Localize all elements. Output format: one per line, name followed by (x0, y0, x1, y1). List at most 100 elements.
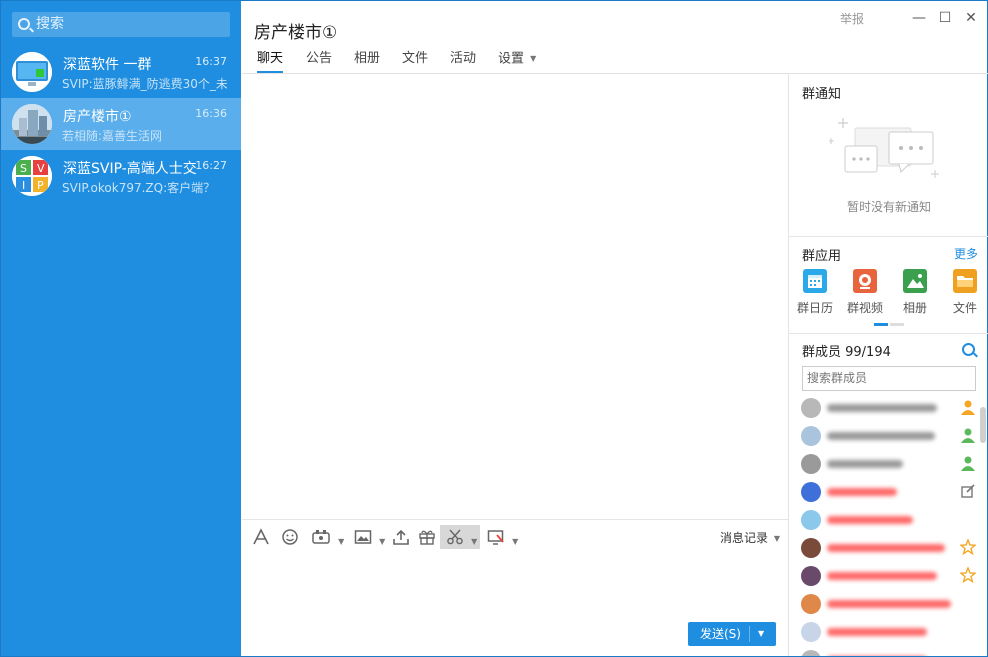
font-icon[interactable] (252, 528, 270, 546)
star-icon (959, 538, 977, 556)
divider (789, 333, 988, 334)
app-video[interactable]: 群视频 (840, 269, 890, 316)
app-album[interactable]: 相册 (890, 269, 940, 316)
minimize-button[interactable]: — (912, 10, 926, 26)
conversation-time: 16:36 (195, 107, 227, 120)
admin-icon (960, 427, 976, 443)
album-icon (903, 269, 927, 293)
tab-announcement[interactable]: 公告 (306, 49, 332, 73)
search-icon[interactable] (962, 343, 975, 356)
app-label: 相册 (902, 301, 927, 315)
member-name (827, 572, 937, 580)
app-label: 群视频 (846, 301, 883, 315)
chevron-down-icon: ▼ (773, 534, 780, 543)
apps-more-link[interactable]: 更多 (954, 245, 978, 262)
member-row[interactable] (801, 534, 977, 562)
conversation-item-active[interactable]: 房产楼市① 16:36 若相随:嘉善生活网 (1, 98, 241, 150)
tab-chat[interactable]: 聊天 (257, 49, 284, 73)
svg-text:S: S (20, 162, 27, 175)
member-name (827, 432, 935, 440)
chevron-down-icon: ▼ (338, 536, 345, 546)
members-title: 群成员 99/194 (802, 345, 891, 360)
close-button[interactable]: ✕ (964, 10, 978, 26)
conversation-name: 深蓝软件 一群 (63, 57, 152, 73)
chevron-down-icon: ▼ (530, 54, 537, 63)
star-icon (959, 566, 977, 584)
gif-icon[interactable]: ▼ (311, 528, 344, 546)
page-title: 房产楼市① (254, 23, 338, 43)
report-link[interactable]: 举报 (840, 10, 864, 27)
conversation-preview: SVIP:蓝豚鲱满_防逃费30个_未倍 (62, 77, 227, 91)
apps-pager[interactable] (874, 323, 904, 326)
avatar (801, 538, 821, 558)
member-name (827, 488, 897, 496)
app-window: 搜索 深蓝软件 一群 16:37 SVIP:蓝豚鲱满_防逃费30个_未倍 房产楼… (0, 0, 988, 657)
notice-empty-text: 暂时没有新通知 (846, 200, 931, 214)
message-input[interactable]: 发送(S) ▼ (242, 553, 788, 656)
avatar: S V I P (12, 156, 52, 196)
send-button[interactable]: 发送(S) ▼ (688, 622, 776, 646)
message-history-label: 消息记录 (720, 531, 769, 545)
search-placeholder: 搜索 (36, 16, 64, 32)
shake-icon[interactable]: ▼ (487, 528, 518, 546)
member-search-input[interactable]: 搜索群成员 (802, 366, 976, 391)
svg-text:P: P (37, 179, 44, 192)
svg-text:V: V (37, 162, 45, 175)
edit-icon (960, 483, 976, 499)
svg-text:I: I (22, 179, 25, 192)
member-row[interactable] (801, 422, 976, 450)
image-icon[interactable]: ▼ (354, 528, 385, 546)
member-row[interactable] (801, 646, 976, 656)
emoji-icon[interactable] (281, 528, 299, 546)
notice-title: 群通知 (802, 87, 842, 102)
apps-title: 群应用 (802, 249, 842, 264)
avatar (801, 454, 821, 474)
app-label: 群日历 (796, 301, 833, 315)
member-row[interactable] (801, 394, 976, 422)
member-row[interactable] (801, 562, 977, 590)
avatar (801, 426, 821, 446)
search-input[interactable]: 搜索 (12, 12, 230, 37)
member-name (827, 460, 903, 468)
gift-icon[interactable] (418, 528, 436, 546)
member-name (827, 544, 945, 552)
conversation-preview: 若相随:嘉善生活网 (62, 129, 163, 143)
app-label: 文件 (952, 301, 977, 315)
conversation-item[interactable]: 深蓝软件 一群 16:37 SVIP:蓝豚鲱满_防逃费30个_未倍 (1, 46, 241, 98)
divider (749, 626, 750, 642)
avatar (12, 52, 52, 92)
app-files[interactable]: 文件 (940, 269, 988, 316)
conversation-item[interactable]: S V I P 深蓝SVIP-高端人士交 16:27 SVIP.okok797.… (1, 150, 241, 202)
avatar (801, 510, 821, 530)
tab-files[interactable]: 文件 (402, 49, 428, 73)
send-options-chevron-icon[interactable]: ▼ (758, 622, 764, 646)
screenshot-icon[interactable]: ▼ (440, 525, 480, 549)
member-row[interactable] (801, 618, 976, 646)
member-row[interactable] (801, 506, 976, 534)
member-name (827, 516, 913, 524)
avatar (801, 482, 821, 502)
sidebar: 搜索 深蓝软件 一群 16:37 SVIP:蓝豚鲱满_防逃费30个_未倍 房产楼… (1, 1, 241, 656)
member-row[interactable] (801, 450, 976, 478)
admin-icon (960, 455, 976, 471)
tab-settings[interactable]: 设置 ▼ (498, 49, 536, 73)
tab-album[interactable]: 相册 (354, 49, 380, 73)
member-name (827, 404, 937, 412)
tab-activity[interactable]: 活动 (450, 49, 476, 73)
conversation-time: 16:37 (195, 55, 227, 68)
upload-icon[interactable] (392, 528, 410, 546)
empty-notice-illustration (828, 116, 941, 184)
message-list[interactable] (242, 74, 788, 519)
maximize-button[interactable]: ☐ (938, 10, 952, 26)
avatar (801, 594, 821, 614)
avatar (801, 622, 821, 642)
member-name (827, 628, 927, 636)
member-row[interactable] (801, 590, 976, 618)
input-toolbar: ▼ ▼ ▼ ▼ 消息记录 ▼ (242, 519, 788, 553)
message-history-button[interactable]: 消息记录 ▼ (720, 529, 780, 546)
member-row[interactable] (801, 478, 976, 506)
conversation-time: 16:27 (195, 159, 227, 172)
app-calendar[interactable]: 群日历 (790, 269, 840, 316)
member-list-scrollbar[interactable] (980, 407, 986, 443)
avatar (801, 398, 821, 418)
